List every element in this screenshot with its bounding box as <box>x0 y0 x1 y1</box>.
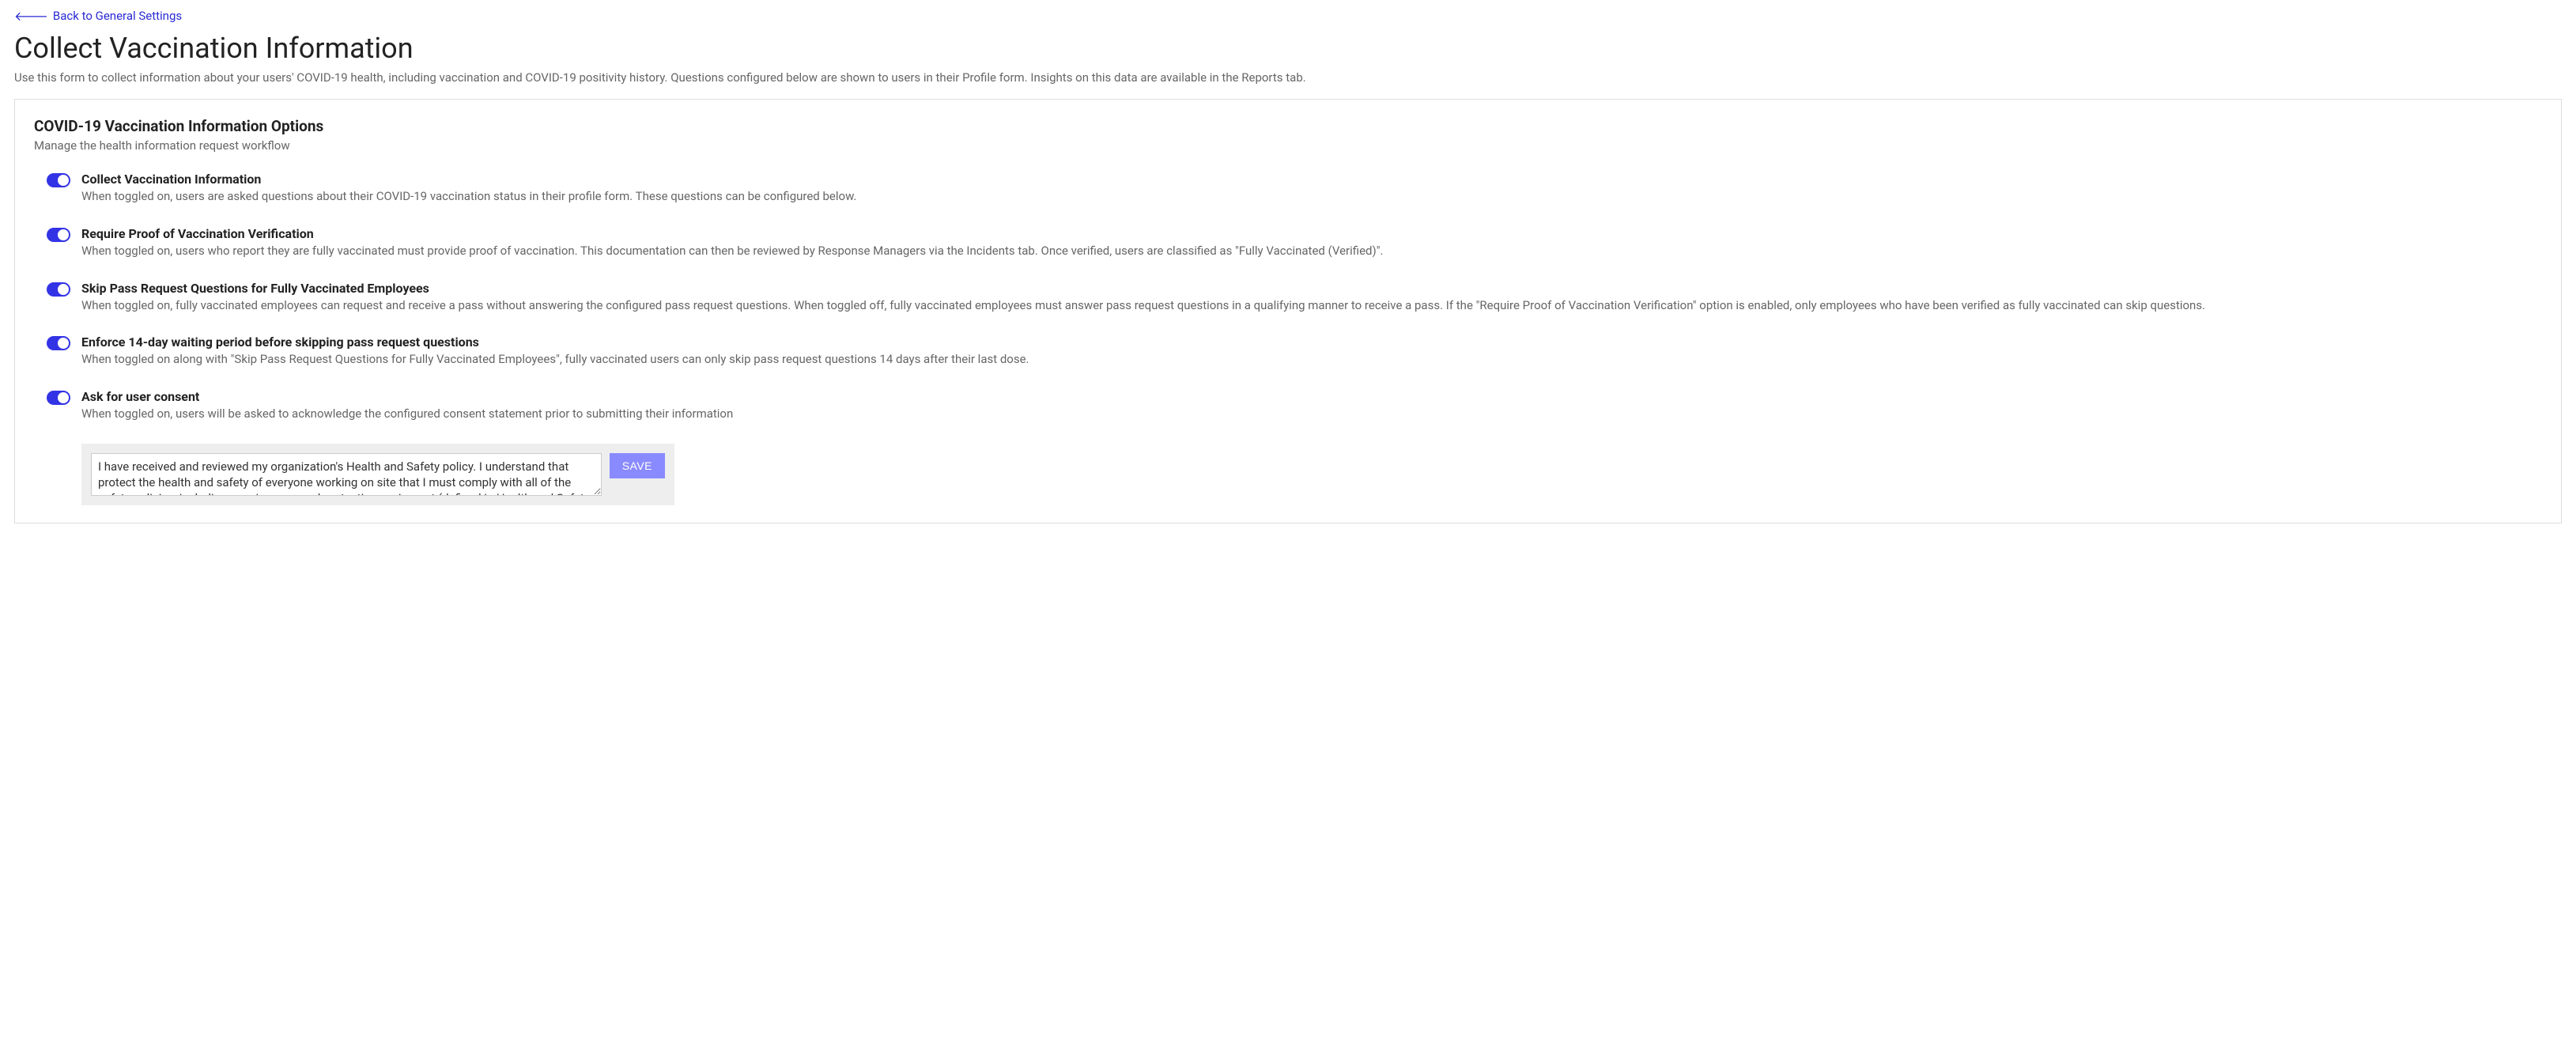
option-title: Require Proof of Vaccination Verificatio… <box>81 226 2542 241</box>
option-require-proof: Require Proof of Vaccination Verificatio… <box>34 226 2542 260</box>
option-collect-vaccination: Collect Vaccination Information When tog… <box>34 172 2542 206</box>
toggle-enforce-14-day[interactable] <box>47 336 70 350</box>
option-enforce-14-day: Enforce 14-day waiting period before ski… <box>34 335 2542 369</box>
toggle-ask-consent[interactable] <box>47 391 70 405</box>
option-ask-consent: Ask for user consent When toggled on, us… <box>34 389 2542 423</box>
option-desc: When toggled on, fully vaccinated employ… <box>81 297 2542 315</box>
arrow-left-icon: 🡐 <box>14 8 48 24</box>
panel-subtitle: Manage the health information request wo… <box>34 138 2542 153</box>
option-desc: When toggled on, users are asked questio… <box>81 188 2542 206</box>
page-title: Collect Vaccination Information <box>14 32 2562 65</box>
consent-textarea[interactable] <box>91 453 602 496</box>
toggle-require-proof[interactable] <box>47 228 70 242</box>
toggle-skip-questions[interactable] <box>47 282 70 297</box>
save-button[interactable]: SAVE <box>610 453 665 478</box>
option-skip-questions: Skip Pass Request Questions for Fully Va… <box>34 281 2542 315</box>
option-title: Ask for user consent <box>81 389 2542 404</box>
back-to-settings-link[interactable]: 🡐 Back to General Settings <box>14 8 182 24</box>
option-title: Enforce 14-day waiting period before ski… <box>81 335 2542 350</box>
options-panel: COVID-19 Vaccination Information Options… <box>14 99 2562 524</box>
option-desc: When toggled on, users will be asked to … <box>81 406 2542 423</box>
consent-statement-box: SAVE <box>81 444 674 505</box>
option-title: Skip Pass Request Questions for Fully Va… <box>81 281 2542 296</box>
toggle-collect-vaccination[interactable] <box>47 173 70 187</box>
option-title: Collect Vaccination Information <box>81 172 2542 187</box>
page-subtitle: Use this form to collect information abo… <box>14 70 2562 86</box>
option-desc: When toggled on, users who report they a… <box>81 243 2542 260</box>
panel-title: COVID-19 Vaccination Information Options <box>34 117 2542 135</box>
option-desc: When toggled on along with "Skip Pass Re… <box>81 351 2542 369</box>
back-link-label: Back to General Settings <box>53 9 182 23</box>
